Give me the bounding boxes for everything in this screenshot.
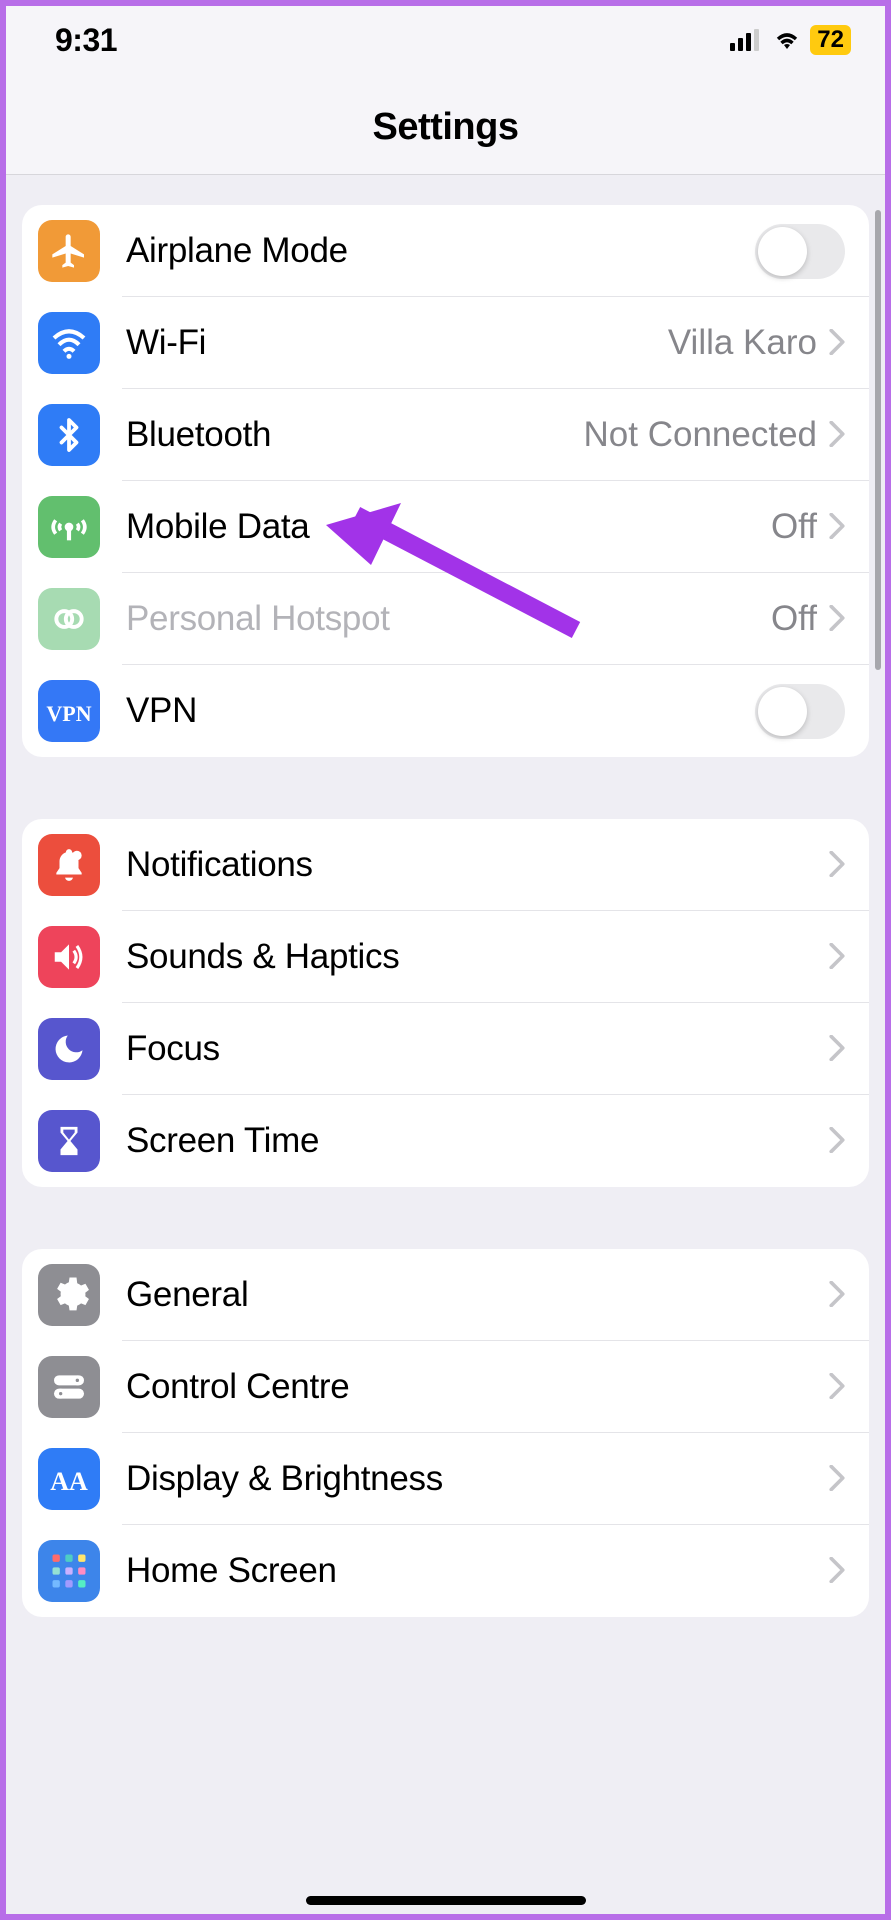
vpn-icon: VPN bbox=[38, 680, 100, 742]
row-label: Personal Hotspot bbox=[126, 599, 771, 639]
row-value: Off bbox=[771, 599, 817, 639]
settings-row-airplane-mode[interactable]: Airplane Mode bbox=[22, 205, 869, 297]
settings-row-general[interactable]: General bbox=[22, 1249, 869, 1341]
settings-group: General Control Centre AA Display & Brightn… bbox=[22, 1249, 869, 1617]
settings-row-bluetooth[interactable]: BluetoothNot Connected bbox=[22, 389, 869, 481]
row-value: Not Connected bbox=[584, 415, 817, 455]
home-indicator[interactable] bbox=[306, 1896, 586, 1905]
row-label: Home Screen bbox=[126, 1551, 829, 1591]
chevron-right-icon bbox=[829, 936, 845, 978]
toggle-knob bbox=[758, 687, 807, 736]
status-indicators: 72 bbox=[730, 25, 851, 55]
status-bar: 9:31 72 bbox=[0, 0, 891, 80]
row-label: Screen Time bbox=[126, 1121, 829, 1161]
row-label: Focus bbox=[126, 1029, 829, 1069]
wifi-icon bbox=[38, 312, 100, 374]
row-label: Control Centre bbox=[126, 1367, 829, 1407]
row-value: Off bbox=[771, 507, 817, 547]
aa-icon: AA bbox=[38, 1448, 100, 1510]
grid-icon bbox=[38, 1540, 100, 1602]
row-label: Display & Brightness bbox=[126, 1459, 829, 1499]
settings-group: Notifications Sounds & Haptics Focus Screen… bbox=[22, 819, 869, 1187]
settings-row-mobile-data[interactable]: Mobile DataOff bbox=[22, 481, 869, 573]
chevron-right-icon bbox=[829, 1550, 845, 1592]
navigation-bar: Settings bbox=[0, 80, 891, 175]
settings-group: Airplane ModeWi-FiVilla KaroBluetoothNot… bbox=[22, 205, 869, 757]
chevron-right-icon bbox=[829, 1120, 845, 1162]
chevron-right-icon bbox=[829, 1028, 845, 1070]
row-label: Airplane Mode bbox=[126, 231, 755, 271]
chevron-right-icon bbox=[829, 414, 845, 456]
settings-row-home-screen[interactable]: Home Screen bbox=[22, 1525, 869, 1617]
chevron-right-icon bbox=[829, 1274, 845, 1316]
chevron-right-icon bbox=[829, 1366, 845, 1408]
settings-row-personal-hotspot[interactable]: Personal HotspotOff bbox=[22, 573, 869, 665]
speaker-icon bbox=[38, 926, 100, 988]
row-label: Bluetooth bbox=[126, 415, 584, 455]
settings-row-sounds-haptics[interactable]: Sounds & Haptics bbox=[22, 911, 869, 1003]
airplane-icon bbox=[38, 220, 100, 282]
row-label: Sounds & Haptics bbox=[126, 937, 829, 977]
gear-icon bbox=[38, 1264, 100, 1326]
toggle-knob bbox=[758, 227, 807, 276]
chevron-right-icon bbox=[829, 598, 845, 640]
toggle-switch[interactable] bbox=[755, 224, 845, 279]
svg-text:VPN: VPN bbox=[46, 701, 91, 726]
chevron-right-icon bbox=[829, 844, 845, 886]
row-label: Mobile Data bbox=[126, 507, 771, 547]
settings-row-screen-time[interactable]: Screen Time bbox=[22, 1095, 869, 1187]
svg-text:AA: AA bbox=[50, 1467, 88, 1496]
battery-indicator: 72 bbox=[810, 25, 851, 55]
chevron-right-icon bbox=[829, 506, 845, 548]
settings-row-wi-fi[interactable]: Wi-FiVilla Karo bbox=[22, 297, 869, 389]
bluetooth-icon bbox=[38, 404, 100, 466]
moon-icon bbox=[38, 1018, 100, 1080]
settings-row-focus[interactable]: Focus bbox=[22, 1003, 869, 1095]
chevron-right-icon bbox=[829, 322, 845, 364]
page-title: Settings bbox=[373, 106, 519, 149]
bell-icon bbox=[38, 834, 100, 896]
settings-row-notifications[interactable]: Notifications bbox=[22, 819, 869, 911]
scrollbar[interactable] bbox=[875, 210, 881, 670]
row-value: Villa Karo bbox=[668, 323, 817, 363]
settings-row-control-centre[interactable]: Control Centre bbox=[22, 1341, 869, 1433]
antenna-icon bbox=[38, 496, 100, 558]
chevron-right-icon bbox=[829, 1458, 845, 1500]
row-label: VPN bbox=[126, 691, 755, 731]
settings-row-display-brightness[interactable]: AA Display & Brightness bbox=[22, 1433, 869, 1525]
cellular-icon bbox=[730, 29, 764, 51]
settings-content[interactable]: Airplane ModeWi-FiVilla KaroBluetoothNot… bbox=[0, 175, 891, 1920]
wifi-status-icon bbox=[772, 29, 802, 51]
settings-row-vpn[interactable]: VPN VPN bbox=[22, 665, 869, 757]
status-time: 9:31 bbox=[55, 22, 117, 59]
hotspot-icon bbox=[38, 588, 100, 650]
row-label: Notifications bbox=[126, 845, 829, 885]
hourglass-icon bbox=[38, 1110, 100, 1172]
row-label: Wi-Fi bbox=[126, 323, 668, 363]
row-label: General bbox=[126, 1275, 829, 1315]
toggle-switch[interactable] bbox=[755, 684, 845, 739]
switches-icon bbox=[38, 1356, 100, 1418]
